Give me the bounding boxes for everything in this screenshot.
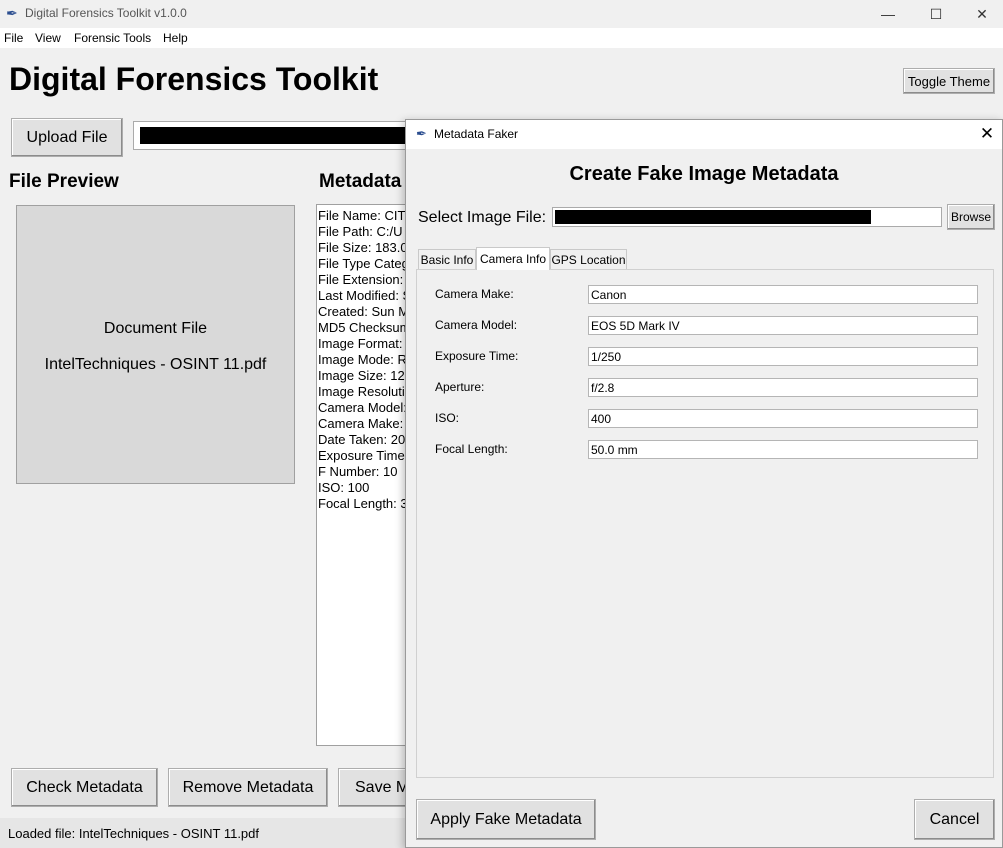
iso-input[interactable]: 400 (588, 409, 978, 428)
upload-file-button[interactable]: Upload File (11, 118, 123, 157)
metadata-line: Focal Length: 3 (318, 496, 408, 511)
menu-forensic-tools[interactable]: Forensic Tools (74, 31, 151, 45)
metadata-line: File Size: 183.0 (318, 240, 408, 255)
metadata-line: File Type Categ (318, 256, 409, 271)
browse-button[interactable]: Browse (947, 204, 995, 230)
image-path-entry[interactable] (552, 207, 942, 227)
select-image-label: Select Image File: (418, 209, 547, 226)
check-metadata-button[interactable]: Check Metadata (11, 768, 158, 807)
file-preview-panel: Document File IntelTechniques - OSINT 11… (16, 205, 295, 484)
metadata-line: F Number: 10 (318, 464, 398, 479)
tab-basic-info[interactable]: Basic Info (418, 249, 476, 269)
metadata-line: Image Resoluti (318, 384, 405, 399)
exposure-time-input[interactable]: 1/250 (588, 347, 978, 366)
metadata-line: Camera Model: (318, 400, 407, 415)
minimize-button[interactable]: — (865, 0, 911, 28)
menu-file[interactable]: File (4, 31, 23, 45)
camera-model-label: Camera Model: (435, 318, 518, 332)
focal-length-input[interactable]: 50.0 mm (588, 440, 978, 459)
metadata-line: File Extension: (318, 272, 404, 287)
metadata-faker-dialog: ✒ Metadata Faker ✕ Create Fake Image Met… (405, 119, 1003, 848)
file-path-entry[interactable] (133, 121, 413, 150)
preview-filename: IntelTechniques - OSINT 11.pdf (44, 356, 267, 373)
close-button[interactable]: ✕ (959, 0, 1003, 28)
dialog-heading: Create Fake Image Metadata (569, 163, 839, 185)
metadata-line: Image Size: 12 (318, 368, 405, 383)
metadata-heading: Metadata (319, 171, 402, 192)
page-title: Digital Forensics Toolkit (9, 61, 379, 97)
dialog-title: Metadata Faker (434, 127, 519, 141)
camera-make-input[interactable]: Canon (588, 285, 978, 304)
metadata-line: Last Modified: S (318, 288, 412, 303)
toggle-theme-button[interactable]: Toggle Theme (903, 68, 995, 94)
menu-help[interactable]: Help (163, 31, 188, 45)
camera-info-panel: Camera Make: Canon Camera Model: EOS 5D … (416, 269, 994, 778)
metadata-line: Image Format: (318, 336, 403, 351)
metadata-line: Created: Sun M (318, 304, 410, 319)
dialog-titlebar: ✒ Metadata Faker ✕ (406, 120, 1002, 149)
tab-camera-info[interactable]: Camera Info (476, 247, 550, 270)
tab-gps-location[interactable]: GPS Location (550, 249, 627, 269)
maximize-button[interactable]: ☐ (913, 0, 959, 28)
window-title: Digital Forensics Toolkit v1.0.0 (25, 6, 187, 20)
feather-icon: ✒ (6, 5, 18, 21)
metadata-line: ISO: 100 (318, 480, 370, 495)
exposure-time-label: Exposure Time: (435, 349, 519, 363)
iso-label: ISO: (435, 411, 460, 425)
metadata-line: Date Taken: 20 (318, 432, 406, 447)
cancel-button[interactable]: Cancel (914, 799, 995, 840)
camera-model-input[interactable]: EOS 5D Mark IV (588, 316, 978, 335)
menu-view[interactable]: View (35, 31, 61, 45)
metadata-line: File Path: C:/U (318, 224, 403, 239)
metadata-line: MD5 Checksum (318, 320, 411, 335)
feather-icon: ✒ (416, 126, 427, 141)
menu-bar: File View Forensic Tools Help (0, 28, 1003, 48)
metadata-line: Image Mode: R (318, 352, 407, 367)
focal-length-label: Focal Length: (435, 442, 508, 456)
aperture-label: Aperture: (435, 380, 485, 394)
dialog-close-button[interactable]: ✕ (976, 123, 998, 145)
window-titlebar: ✒ Digital Forensics Toolkit v1.0.0 — ☐ ✕ (0, 0, 1003, 28)
metadata-line: Exposure Time (318, 448, 405, 463)
camera-make-label: Camera Make: (435, 287, 514, 301)
apply-fake-metadata-button[interactable]: Apply Fake Metadata (416, 799, 596, 840)
aperture-input[interactable]: f/2.8 (588, 378, 978, 397)
file-preview-heading: File Preview (9, 171, 119, 192)
status-bar: Loaded file: IntelTechniques - OSINT 11.… (0, 818, 420, 848)
metadata-line: File Name: CIT (318, 208, 406, 223)
remove-metadata-button[interactable]: Remove Metadata (168, 768, 328, 807)
metadata-line: Camera Make: (318, 416, 404, 431)
redacted-path (555, 210, 871, 224)
status-text: Loaded file: IntelTechniques - OSINT 11.… (8, 826, 260, 841)
redacted-path (140, 127, 412, 144)
preview-type-label: Document File (103, 320, 208, 337)
